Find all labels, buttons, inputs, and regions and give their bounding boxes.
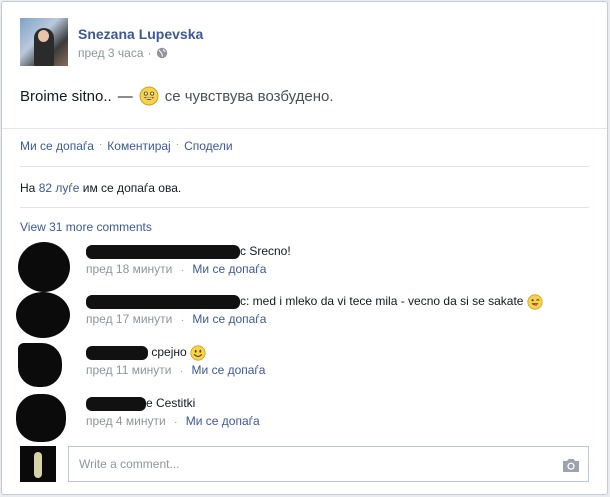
comment-time[interactable]: пред 18 минути <box>86 262 172 276</box>
redacted-name <box>86 345 148 360</box>
redacted-name <box>86 244 240 259</box>
divider <box>2 128 607 129</box>
commenter-avatar[interactable] <box>16 394 68 442</box>
redacted-name <box>86 294 240 309</box>
comment-like-link[interactable]: Ми се допаѓа <box>186 414 260 428</box>
commenter-avatar[interactable] <box>16 292 70 340</box>
comment-item: c: med i mleko da vi tece mila - vecno d… <box>16 292 543 340</box>
like-link[interactable]: Ми се допаѓа <box>20 139 94 153</box>
comment-link[interactable]: Коментирај <box>107 139 170 153</box>
camera-icon[interactable] <box>562 457 580 473</box>
smile-emoji-icon <box>190 345 206 361</box>
comment-item: e Cestitki пред 4 минути · Ми се допаѓа <box>16 394 260 442</box>
commenter-avatar[interactable] <box>18 242 70 292</box>
wink-emoji-icon <box>527 294 543 310</box>
author-avatar[interactable] <box>20 18 68 66</box>
likers-link[interactable]: 82 луѓе <box>39 181 80 195</box>
comment-time[interactable]: пред 11 минути <box>86 363 172 377</box>
current-user-avatar[interactable] <box>20 446 56 482</box>
post-meta: пред 3 часа · <box>78 46 203 60</box>
post-text: Broime sitno.. <box>20 87 112 105</box>
view-more-comments-link[interactable]: View 31 more comments <box>20 220 152 234</box>
comment-time[interactable]: пред 4 минути <box>86 414 166 428</box>
post-time[interactable]: пред 3 часа <box>78 46 144 60</box>
comment-time[interactable]: пред 17 минути <box>86 312 172 326</box>
author-name[interactable]: Snezana Lupevska <box>78 26 203 42</box>
post-header: Snezana Lupevska пред 3 часа · <box>20 18 203 66</box>
comment-input[interactable] <box>69 447 588 481</box>
comment-item: срејно пред 11 минути · Ми се допаѓа <box>18 343 266 391</box>
post-body: Broime sitno.. — се чувствува возбудено. <box>20 86 333 106</box>
separator: · <box>175 139 180 150</box>
comment-composer <box>20 446 589 482</box>
post-card: Snezana Lupevska пред 3 часа · Broime si… <box>1 1 608 495</box>
post-actions: Ми се допаѓа · Коментирај · Сподели <box>20 139 233 153</box>
comment-like-link[interactable]: Ми се допаѓа <box>192 312 266 326</box>
comment-text: c: med i mleko da vi tece mila - vecno d… <box>240 294 524 308</box>
feeling-text: се чувствува возбудено. <box>164 87 334 105</box>
comment-item: c Srecno! пред 18 минути · Ми се допаѓа <box>18 242 291 292</box>
divider <box>20 207 589 208</box>
feeling-dash: — <box>117 87 133 105</box>
comment-input-box[interactable] <box>68 446 589 482</box>
comment-text: e Cestitki <box>146 396 196 410</box>
comment-like-link[interactable]: Ми се допаѓа <box>192 262 266 276</box>
likes-summary: На 82 луѓе им се допаѓа ова. <box>20 181 182 195</box>
separator: · <box>98 139 103 150</box>
globe-icon[interactable] <box>156 47 168 59</box>
comment-like-link[interactable]: Ми се допаѓа <box>192 363 266 377</box>
comment-text: c Srecno! <box>240 244 291 258</box>
commenter-avatar[interactable] <box>18 343 68 391</box>
dot-separator: · <box>147 46 152 60</box>
divider <box>20 166 589 167</box>
share-link[interactable]: Сподели <box>184 139 233 153</box>
excited-emoji-icon <box>139 86 159 106</box>
comment-text: срејно <box>151 345 187 359</box>
redacted-name <box>86 396 146 411</box>
